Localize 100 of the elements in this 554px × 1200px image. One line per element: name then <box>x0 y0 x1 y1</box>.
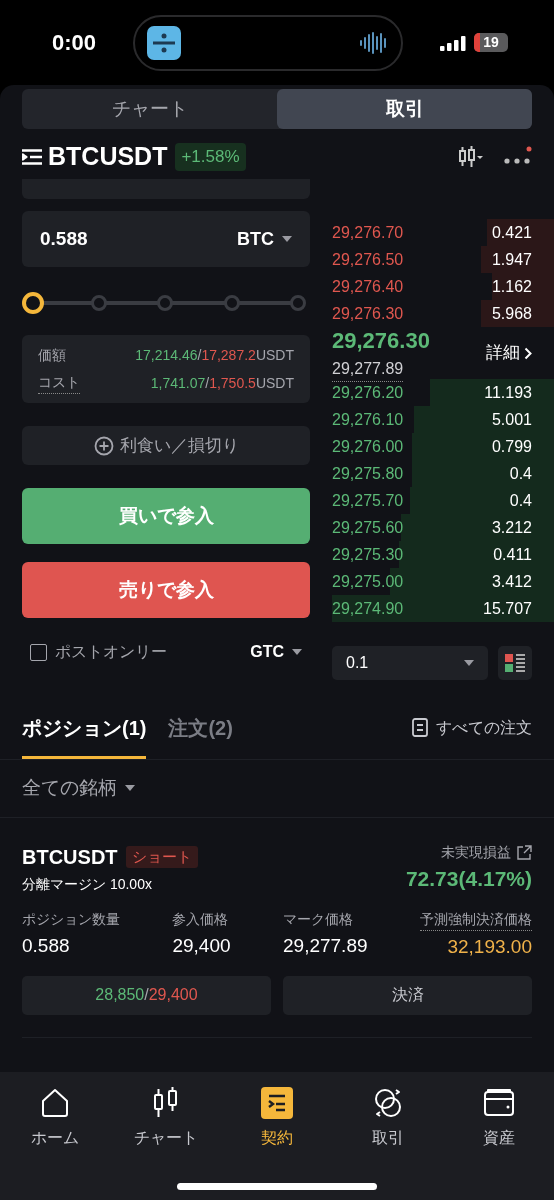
bid-row[interactable]: 29,275.70 0.4 <box>332 487 554 514</box>
ask-row[interactable]: 29,276.30 5.968 <box>332 300 554 327</box>
price-change-tag: +1.58% <box>175 143 246 171</box>
nav-item[interactable]: チャート <box>110 1086 222 1150</box>
wallet-icon <box>482 1088 515 1118</box>
order-amount: 15.707 <box>483 598 532 619</box>
bid-row[interactable]: 29,275.80 0.4 <box>332 460 554 487</box>
close-position-button[interactable]: 決済 <box>283 975 532 1015</box>
bid-price: 29,275.80 <box>332 463 404 484</box>
battery-icon: 19 <box>474 33 508 52</box>
all-orders-link[interactable]: すべての注文 <box>412 715 532 740</box>
sell-button[interactable]: 売りで参入 <box>22 562 310 618</box>
bid-row[interactable]: 29,275.30 0.411 <box>332 541 554 568</box>
field-value: 29,277.89 <box>283 934 368 958</box>
ask-price: 29,276.30 <box>332 303 404 324</box>
symbol-title[interactable]: BTCUSDT <box>48 138 168 176</box>
bid-row[interactable]: 29,275.60 3.212 <box>332 514 554 541</box>
order-amount: 1.162 <box>491 276 532 297</box>
field-label: マーク価格 <box>283 910 354 929</box>
audio-wave-icon <box>359 30 389 55</box>
caret-icon <box>292 648 302 656</box>
bid-price: 29,275.60 <box>332 517 404 538</box>
order-amount: 5.968 <box>491 303 532 324</box>
bid-price: 29,274.90 <box>332 598 404 619</box>
slider-thumb[interactable] <box>22 292 44 314</box>
bid-row[interactable]: 29,275.00 3.412 <box>332 568 554 595</box>
bid-row[interactable]: 29,276.00 0.799 <box>332 433 554 460</box>
pnl-label: 未実現損益 <box>441 843 511 862</box>
tp-sl-value-button[interactable]: 28,850/29,400 <box>22 975 271 1015</box>
caret-icon <box>282 235 292 243</box>
checkbox[interactable] <box>30 643 47 661</box>
field-label: ポジション数量 <box>22 910 120 929</box>
bid-price: 29,276.00 <box>332 436 404 457</box>
chevron-right-icon <box>524 346 532 360</box>
ask-row[interactable]: 29,276.70 0.421 <box>332 219 554 246</box>
candlestick-icon[interactable] <box>458 145 484 169</box>
field-label: 参入価格 <box>172 910 230 929</box>
bid-price: 29,275.70 <box>332 490 404 511</box>
bid-price: 29,275.00 <box>332 571 404 592</box>
bid-price: 29,276.10 <box>332 409 404 430</box>
bid-price: 29,275.30 <box>332 544 404 565</box>
post-only-label: ポストオンリー <box>55 642 167 662</box>
status-time: 0:00 <box>52 29 97 57</box>
plus-circle-icon <box>93 435 114 456</box>
field-value: 29,400 <box>172 934 231 958</box>
segment-tab[interactable]: チャート <box>22 89 277 129</box>
document-icon <box>412 718 428 737</box>
caret-icon <box>125 785 135 792</box>
tp-sl-button[interactable]: 利食い／損切り <box>22 426 310 465</box>
last-price: 29,276.30 <box>332 327 430 355</box>
ask-price: 29,276.70 <box>332 222 404 243</box>
order-amount: 0.421 <box>491 222 532 243</box>
ask-price: 29,276.40 <box>332 276 404 297</box>
order-amount: 0.799 <box>491 436 532 457</box>
contract-icon <box>261 1087 293 1119</box>
nav-item[interactable]: 資産 <box>443 1086 554 1150</box>
position-tab[interactable]: 注文(2) <box>168 696 233 759</box>
order-amount: 0.411 <box>493 544 532 565</box>
order-amount: 11.193 <box>484 382 532 403</box>
segment-tab[interactable]: 取引 <box>277 89 532 129</box>
order-amount: 5.001 <box>491 409 532 430</box>
field-value: 0.588 <box>22 934 71 958</box>
mark-price: 29,277.89 <box>332 357 404 382</box>
order-amount: 3.412 <box>491 571 532 592</box>
summary-value: 1,741.07/1,750.5USDT <box>150 373 294 393</box>
field-label: 予測強制決済価格 <box>419 909 532 931</box>
margin-mode: 分離マージン 10.00x <box>22 875 153 894</box>
order-amount: 0.4 <box>509 463 532 484</box>
order-amount: 1.947 <box>491 249 532 270</box>
bid-row[interactable]: 29,276.20 11.193 <box>332 379 554 406</box>
bid-price: 29,276.20 <box>332 382 404 403</box>
ask-row[interactable]: 29,276.40 1.162 <box>332 273 554 300</box>
summary-label: 価額 <box>38 345 66 365</box>
order-amount: 3.212 <box>491 517 532 538</box>
order-amount: 0.4 <box>509 490 532 511</box>
side-tag: ショート <box>125 845 198 869</box>
position-symbol: BTCUSDT <box>22 845 118 870</box>
bid-row[interactable]: 29,274.90 15.707 <box>332 595 554 622</box>
summary-label: コスト <box>38 372 80 394</box>
ask-price: 29,276.50 <box>332 249 404 270</box>
nav-item[interactable]: 契約 <box>221 1086 333 1150</box>
quantity-field[interactable]: 0.588 BTC <box>22 211 310 267</box>
app-icon <box>147 25 181 60</box>
bid-row[interactable]: 29,276.10 5.001 <box>332 406 554 433</box>
ask-row[interactable]: 29,276.50 1.947 <box>332 246 554 273</box>
share-icon[interactable] <box>517 845 532 860</box>
nav-item[interactable]: ホーム <box>0 1086 111 1150</box>
signal-icon <box>440 34 466 51</box>
unrealized-pnl: 72.73(4.17%) <box>405 866 532 892</box>
nav-item[interactable]: 取引 <box>332 1086 444 1150</box>
layout-icon[interactable] <box>498 646 532 680</box>
time-in-force-select[interactable]: GTC <box>250 640 302 664</box>
summary-value: 17,214.46/17,287.2USDT <box>135 345 294 365</box>
position-tab[interactable]: ポジション(1) <box>22 696 147 759</box>
details-link[interactable]: 詳細 <box>486 340 532 366</box>
precision-select[interactable]: 0.1 <box>332 646 488 680</box>
symbol-filter[interactable]: 全ての銘柄 <box>22 774 135 803</box>
field-value: 32,193.00 <box>447 935 532 959</box>
menu-icon <box>22 149 42 165</box>
caret-icon <box>464 659 474 667</box>
